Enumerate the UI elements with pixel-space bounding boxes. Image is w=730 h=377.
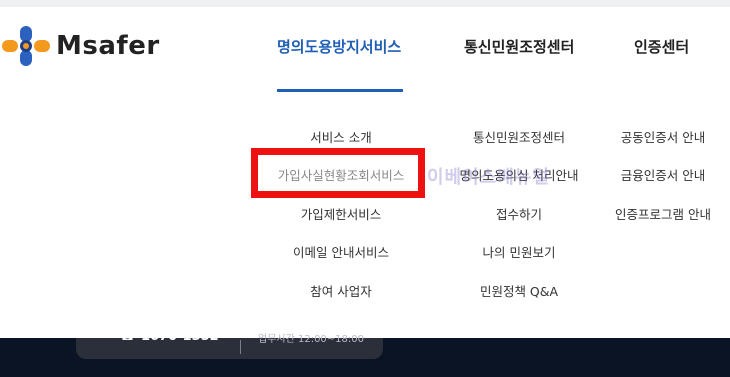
watermark: 이베이스매뉴얼 <box>427 167 550 188</box>
submenu-my-complaints[interactable]: 나의 민원보기 <box>483 242 556 261</box>
submenu-complaint-center[interactable]: 통신민원조정센터 <box>473 127 565 146</box>
active-nav-underline <box>277 89 403 92</box>
logo[interactable]: Msafer <box>0 24 160 68</box>
footer-phone-number: 1670-1352 <box>140 328 219 344</box>
nav-item-complaint-center[interactable]: 통신민원조정센터 <box>464 36 574 57</box>
nav-item-identity-theft-prevention[interactable]: 명의도용방지서비스 <box>277 36 401 57</box>
submenu-cert-program[interactable]: 인증프로그램 안내 <box>615 204 711 223</box>
top-strip <box>0 0 730 7</box>
footer-phone: ☎ 1670-1352 <box>120 326 219 346</box>
footer-separator <box>240 340 241 354</box>
submenu-participating-carriers[interactable]: 참여 사업자 <box>310 281 371 300</box>
submenu-email-notice[interactable]: 이메일 안내서비스 <box>293 242 389 261</box>
submenu-submit[interactable]: 접수하기 <box>496 204 542 223</box>
submenu-subscription-limit[interactable]: 가입제한서비스 <box>301 204 382 223</box>
brand-name: Msafer <box>56 31 160 61</box>
msafer-logo-icon <box>2 26 50 66</box>
submenu-service-intro[interactable]: 서비스 소개 <box>310 127 371 146</box>
submenu-financial-certificate[interactable]: 금융인증서 안내 <box>621 165 705 184</box>
submenu-policy-qa[interactable]: 민원정책 Q&A <box>480 281 558 300</box>
footer-hours: 업무시간 12:00~18:00 <box>258 334 364 345</box>
highlight-box <box>251 148 425 198</box>
submenu-joint-certificate[interactable]: 공동인증서 안내 <box>621 127 705 146</box>
phone-icon: ☎ <box>120 329 135 343</box>
nav-item-certificate-center[interactable]: 인증센터 <box>634 36 689 57</box>
